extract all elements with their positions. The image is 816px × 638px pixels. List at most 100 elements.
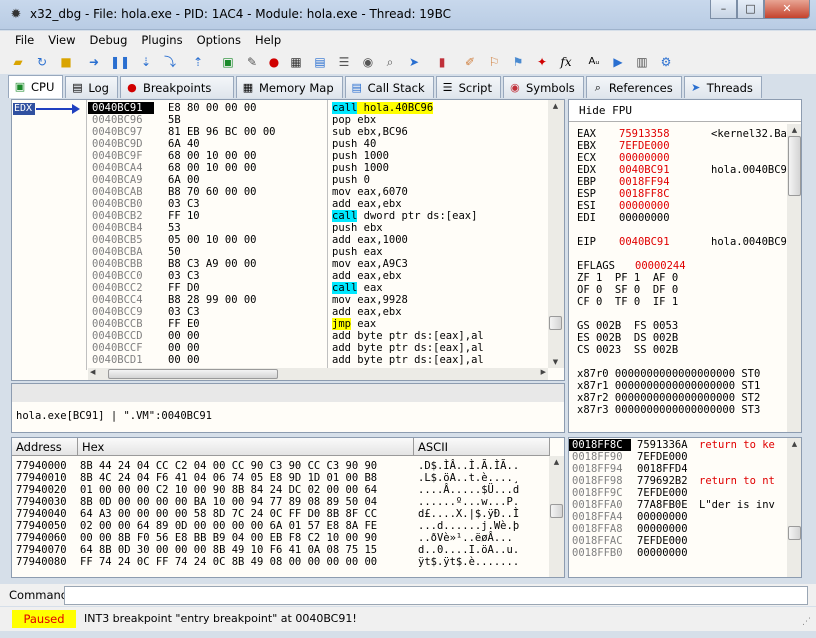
dump-col-ascii[interactable]: ASCII — [414, 438, 550, 456]
scroll-right-arrow-icon[interactable]: ▶ — [541, 368, 546, 376]
register-row[interactable]: EIP 0040BC91 hola.0040BC9 — [577, 236, 787, 248]
dump-col-address[interactable]: Address — [12, 438, 78, 456]
dump-row[interactable]: 77940030 8B 0D 00 00 00 00 BA 10 00 94 77… — [16, 496, 546, 508]
disassembly-row[interactable]: 0040BCA4 68 00 10 00 00 push 1000 — [12, 162, 546, 174]
disassembly-row[interactable]: 0040BC96 5B pop ebx — [12, 114, 546, 126]
scroll-down-arrow-icon[interactable]: ▼ — [548, 356, 563, 368]
flags-row[interactable]: OF 0 SF 0 DF 0 — [577, 284, 678, 296]
disassembly-row[interactable]: 0040BCB0 03 C3 add eax,ebx — [12, 198, 546, 210]
register-value[interactable]: 0018FF94 — [619, 176, 711, 188]
register-value[interactable]: 0040BC91 — [619, 164, 711, 176]
tab-threads[interactable]: ➤ Threads — [683, 76, 762, 98]
disassembly-row[interactable]: 0040BCB4 53 push ebx — [12, 222, 546, 234]
register-value[interactable]: 00000000 — [619, 200, 711, 212]
dump-row[interactable]: 77940070 64 8B 0D 30 00 00 00 8B 49 10 F6… — [16, 544, 546, 556]
disassembly-row[interactable]: 0040BCB5 05 00 10 00 00 add eax,1000 — [12, 234, 546, 246]
close-file-icon[interactable]: ■ — [58, 54, 74, 70]
stack-row[interactable]: 0018FF94 0018FFD4 — [569, 463, 801, 475]
execute-till-return-icon[interactable]: ⇡ — [190, 54, 206, 70]
tab-breakpoints[interactable]: ● Breakpoints — [119, 76, 234, 98]
scroll-up-arrow-icon[interactable]: ▲ — [548, 100, 563, 112]
tab-cpu[interactable]: ▣ CPU — [8, 75, 64, 98]
scroll-up-arrow-icon[interactable]: ▲ — [549, 456, 564, 468]
fpu-row[interactable]: x87r3 0000000000000000000 ST3 — [577, 404, 760, 416]
hide-fpu-button[interactable]: Hide FPU — [569, 100, 801, 122]
bookmarks-icon[interactable]: ⚑ — [510, 54, 526, 70]
menu-help[interactable]: Help — [248, 31, 288, 50]
stack-vertical-scrollbar[interactable]: ▲ — [787, 438, 801, 577]
disassembly-row[interactable]: 0040BCCF 00 00 add byte ptr ds:[eax],al — [12, 342, 546, 354]
notes-icon[interactable]: ✎ — [244, 54, 260, 70]
references-icon[interactable]: ⌕ — [382, 54, 398, 70]
disassembly-row[interactable]: 0040BC91 E8 80 00 00 00 call hola.40BC96 — [12, 102, 546, 114]
register-row[interactable]: ECX 00000000 — [577, 152, 711, 164]
disassembly-horizontal-scrollbar[interactable]: ◀ ▶ — [88, 368, 548, 380]
flags-row[interactable]: ZF 1 PF 1 AF 0 — [577, 272, 678, 284]
menu-file[interactable]: File — [8, 31, 41, 50]
register-value[interactable]: 75913358 — [619, 128, 711, 140]
scrollbar-thumb[interactable] — [108, 369, 278, 379]
disassembly-row[interactable]: 0040BCCD 00 00 add byte ptr ds:[eax],al — [12, 330, 546, 342]
register-row[interactable]: EAX 75913358 <kernel32.Ba — [577, 128, 787, 140]
stack-row[interactable]: 0018FFA4 00000000 — [569, 511, 801, 523]
register-value[interactable]: 00000000 — [619, 212, 711, 224]
disassembly-row[interactable]: 0040BCC2 FF D0 call eax — [12, 282, 546, 294]
calculator-icon[interactable]: ▥ — [634, 54, 650, 70]
disassembly-row[interactable]: 0040BCBB B8 C3 A9 00 00 mov eax,A9C3 — [12, 258, 546, 270]
minimize-button[interactable]: – — [710, 0, 737, 19]
disassembly-view[interactable]: EDX 0040BC91 E8 80 00 00 00 call hola.40BC… — [11, 99, 565, 381]
resize-grip-icon[interactable]: ⋰ — [802, 617, 814, 629]
call-stack-icon[interactable]: ▤ — [312, 54, 328, 70]
scrollbar-thumb[interactable] — [549, 316, 562, 330]
eflags-row[interactable]: EFLAGS 00000244 — [577, 260, 686, 272]
register-value[interactable]: 7EFDE000 — [619, 140, 711, 152]
segment-row[interactable]: GS 002B FS 0053 — [577, 320, 678, 332]
stack-row[interactable]: 0018FFA8 00000000 — [569, 523, 801, 535]
tab-call-stack[interactable]: ▤ Call Stack — [344, 76, 434, 98]
register-row[interactable]: EDI 00000000 — [577, 212, 711, 224]
help-icon[interactable]: ▶ — [610, 54, 626, 70]
run-icon[interactable]: ➜ — [86, 54, 102, 70]
registers-view[interactable]: Hide FPU EAX 75913358 <kernel32.Ba EBX 7EFDE… — [568, 99, 802, 433]
fpu-row[interactable]: x87r1 0000000000000000000 ST1 — [577, 380, 760, 392]
menu-plugins[interactable]: Plugins — [134, 31, 189, 50]
menu-options[interactable]: Options — [190, 31, 248, 50]
disassembly-row[interactable]: 0040BCC0 03 C3 add eax,ebx — [12, 270, 546, 282]
close-button[interactable]: ✕ — [764, 0, 810, 19]
fpu-row[interactable]: x87r0 0000000000000000000 ST0 — [577, 368, 760, 380]
cpu-icon[interactable]: ▣ — [220, 54, 236, 70]
dump-row[interactable]: 77940060 00 00 8B F0 56 E8 BB B9 04 00 EB… — [16, 532, 546, 544]
register-row[interactable]: EDX 0040BC91 hola.0040BC9 — [577, 164, 787, 176]
disassembly-vertical-scrollbar[interactable]: ▲ ▼ — [548, 100, 564, 368]
fpu-row[interactable]: x87r2 0000000000000000000 ST2 — [577, 392, 760, 404]
stack-row[interactable]: 0018FFAC 7EFDE000 — [569, 535, 801, 547]
stack-row[interactable]: 0018FFA0 77A8FB0E L"der is inv — [569, 499, 801, 511]
dump-row[interactable]: 77940020 01 00 00 00 C2 10 00 90 8B 84 24… — [16, 484, 546, 496]
settings-icon[interactable]: ⚙ — [658, 54, 674, 70]
tab-memory-map[interactable]: ▦ Memory Map — [235, 76, 343, 98]
register-row[interactable]: EBX 7EFDE000 — [577, 140, 711, 152]
scrollbar-thumb[interactable] — [550, 504, 563, 518]
register-value[interactable]: 0018FF8C — [619, 188, 711, 200]
menu-view[interactable]: View — [41, 31, 82, 50]
restart-icon[interactable]: ↻ — [34, 54, 50, 70]
disassembly-row[interactable]: 0040BCCB FF E0 jmp eax — [12, 318, 546, 330]
stack-row[interactable]: 0018FF90 7EFDE000 — [569, 451, 801, 463]
step-into-icon[interactable]: ⇣ — [138, 54, 154, 70]
scroll-left-arrow-icon[interactable]: ◀ — [90, 368, 95, 376]
segment-row[interactable]: CS 0023 SS 002B — [577, 344, 678, 356]
disassembly-row[interactable]: 0040BC9F 68 00 10 00 00 push 1000 — [12, 150, 546, 162]
dump-row[interactable]: 77940000 8B 44 24 04 CC C2 04 00 CC 90 C3… — [16, 460, 546, 472]
disassembly-row[interactable]: 0040BCD1 00 00 add byte ptr ds:[eax],al — [12, 354, 546, 366]
disassembly-row[interactable]: 0040BCA9 6A 00 push 0 — [12, 174, 546, 186]
tab-script[interactable]: ☰ Script — [435, 76, 501, 98]
dump-row[interactable]: 77940050 02 00 00 64 89 0D 00 00 00 00 6A… — [16, 520, 546, 532]
register-row[interactable]: EBP 0018FF94 — [577, 176, 711, 188]
disassembly-row[interactable]: 0040BCBA 50 push eax — [12, 246, 546, 258]
menu-debug[interactable]: Debug — [83, 31, 135, 50]
comments-icon[interactable]: ✐ — [462, 54, 478, 70]
command-input[interactable] — [64, 586, 808, 605]
dump-vertical-scrollbar[interactable]: ▲ — [549, 456, 564, 577]
memory-dump-view[interactable]: Address Hex ASCII 77940000 8B 44 24 04 CC… — [11, 437, 565, 578]
fx-icon[interactable]: fx — [558, 54, 574, 70]
